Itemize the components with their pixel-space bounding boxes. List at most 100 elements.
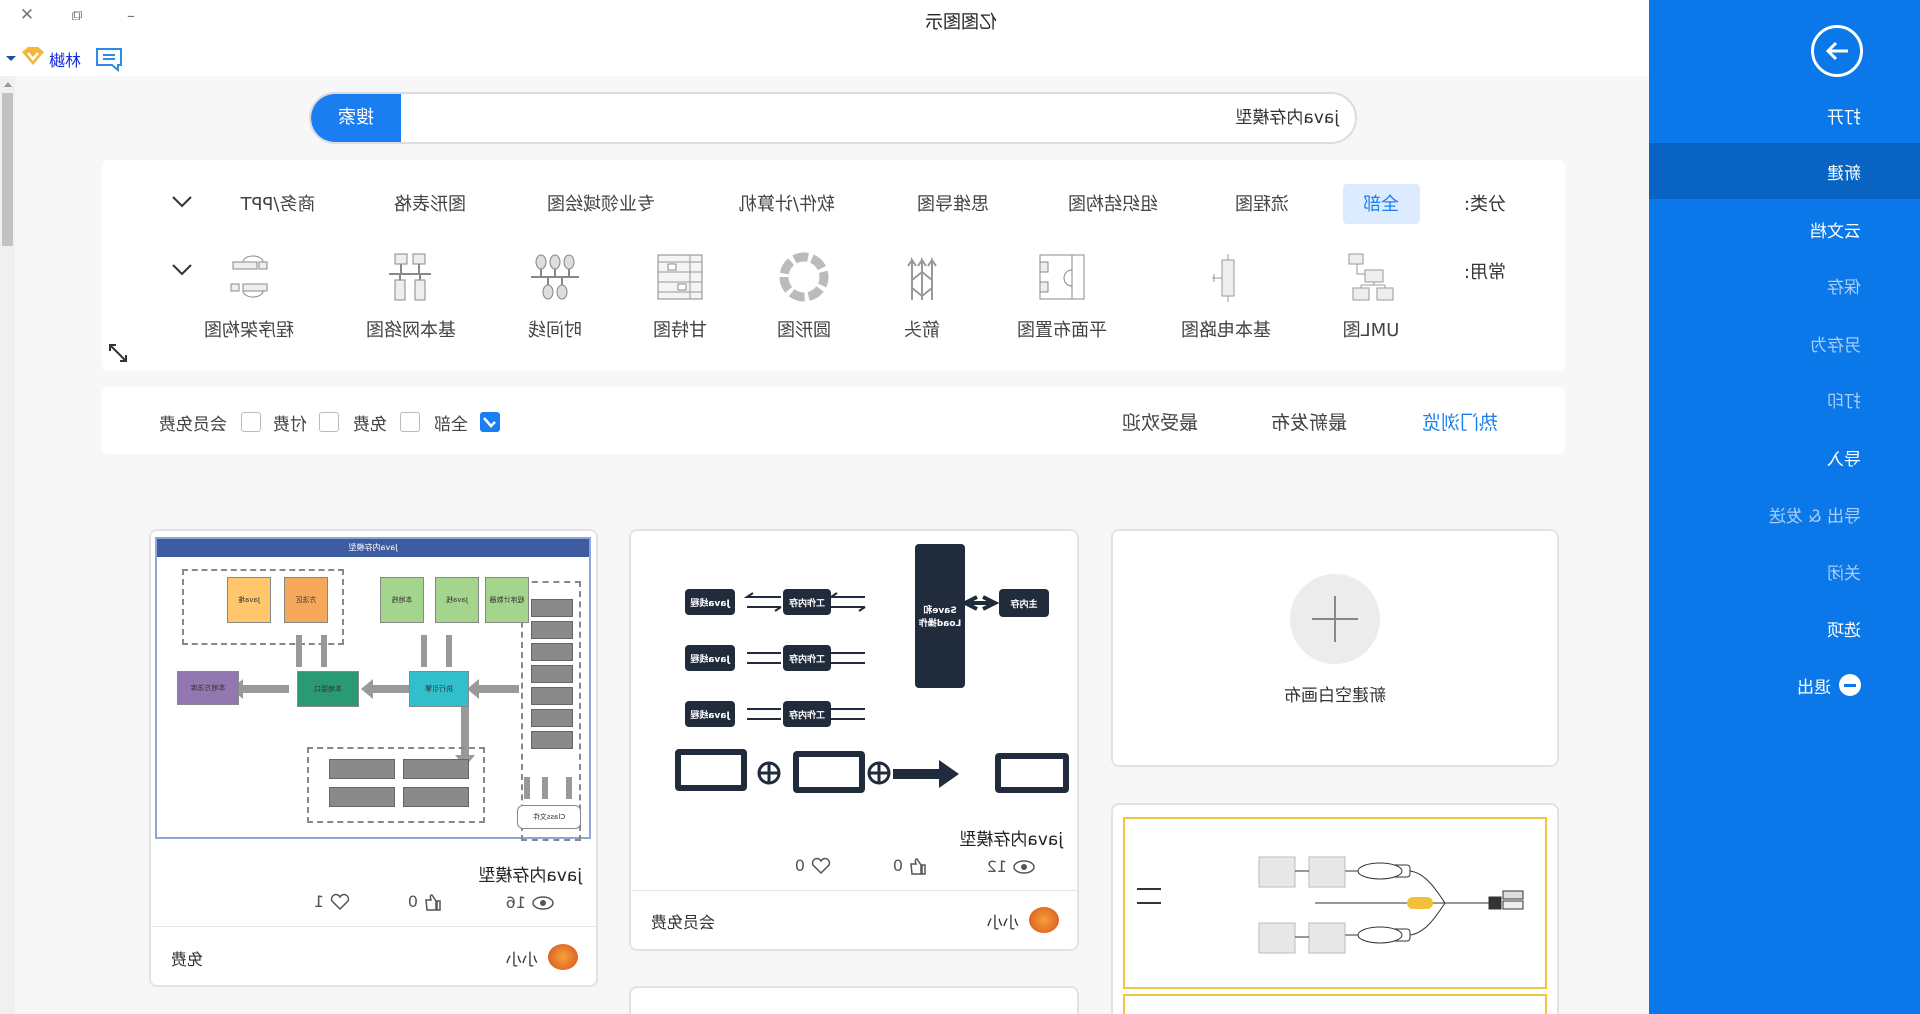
category-graphic-table[interactable]: 图形表格: [394, 190, 466, 216]
sidebar: 打开 新建 云文档 保存 另存为 打印 导入 导出 & 发送 关闭 选项 退出: [1649, 0, 1920, 1014]
filter-all-checkbox[interactable]: [480, 412, 500, 432]
template-card[interactable]: [629, 986, 1079, 1014]
template-uml[interactable]: UML图: [1306, 252, 1436, 342]
category-software[interactable]: 软件/计算机: [739, 190, 835, 216]
timeline-icon: [531, 254, 579, 300]
template-card[interactable]: Java内存模型 方法区 Java堆 Java栈 本地栈 程序计数器 执行引擎 …: [149, 529, 598, 987]
search-input[interactable]: java内存模型: [1235, 94, 1339, 142]
filter-paid-checkbox[interactable]: [319, 412, 339, 432]
search-button[interactable]: 搜索: [311, 92, 401, 144]
template-card[interactable]: 主内存 Save和Load操作 工作内存 工作内存 工作内存 Java线程 Ja…: [629, 529, 1079, 951]
circle-diagram-icon: [779, 252, 829, 302]
category-professional[interactable]: 专业领域绘图: [547, 190, 655, 216]
feedback-icon[interactable]: [94, 46, 124, 76]
template-floor-plan[interactable]: 平面布置图: [997, 252, 1127, 342]
sidebar-item-print[interactable]: 打印: [1649, 371, 1920, 427]
sidebar-item-label: 退出: [1797, 677, 1831, 698]
thumb-node: Java线程: [685, 701, 735, 727]
likes-count: 0: [407, 892, 418, 911]
sidebar-item-label: 关闭: [1827, 563, 1861, 584]
template-gantt[interactable]: 甘特图: [615, 252, 745, 342]
sidebar-item-label: 打印: [1827, 391, 1861, 412]
template-timeline[interactable]: 时间线: [490, 252, 620, 342]
template-program-architecture[interactable]: 程序架构图: [184, 252, 314, 342]
favorites-stat[interactable]: 1: [314, 892, 350, 911]
author-name[interactable]: 小小: [506, 946, 538, 970]
category-flowchart[interactable]: 流程图: [1235, 190, 1289, 216]
views-stat: 12: [987, 857, 1035, 876]
scroll-up-icon[interactable]: [4, 82, 12, 87]
new-blank-canvas-card[interactable]: 新建空白画布: [1111, 529, 1559, 767]
user-name[interactable]: 樾林: [49, 47, 81, 71]
common-label: 常用:: [1463, 262, 1507, 283]
price-label: 免费: [171, 950, 204, 969]
plus-icon[interactable]: [1290, 574, 1380, 664]
template-label: UML图: [1342, 320, 1400, 341]
sidebar-item-options[interactable]: 选项: [1649, 600, 1920, 656]
category-business-ppt[interactable]: 商务/PPT: [241, 190, 316, 216]
template-thumbnail[interactable]: [1123, 994, 1547, 1014]
tab-latest[interactable]: 最新发布: [1271, 408, 1347, 435]
filter-member-free-label: 会员免费: [159, 415, 227, 435]
template-card[interactable]: [1111, 803, 1559, 1014]
filter-member-free-checkbox[interactable]: [241, 412, 261, 432]
category-all[interactable]: 全部: [1363, 190, 1399, 216]
author-name[interactable]: 小小: [987, 909, 1019, 933]
category-org-chart[interactable]: 组织结构图: [1068, 190, 1158, 216]
user-dropdown-icon[interactable]: [6, 56, 16, 61]
avatar: [548, 944, 578, 970]
back-arrow-icon[interactable]: [1811, 25, 1863, 77]
avatar: [1029, 907, 1059, 933]
sidebar-item-new[interactable]: 新建: [1649, 143, 1920, 199]
likes-stat[interactable]: 0: [408, 892, 442, 911]
template-network[interactable]: 基本网络图: [346, 252, 476, 342]
sidebar-item-exit[interactable]: 退出: [1649, 657, 1920, 713]
favorites-stat[interactable]: 0: [795, 856, 831, 875]
template-circle[interactable]: 圆形图: [739, 252, 869, 342]
sidebar-item-open[interactable]: 打开: [1649, 87, 1920, 143]
template-label: 甘特图: [653, 320, 707, 341]
thumb-node: [675, 749, 747, 791]
sidebar-item-label: 云文档: [1810, 221, 1861, 242]
card-title[interactable]: java内存模型: [478, 861, 582, 886]
tab-hot[interactable]: 热门浏览: [1422, 408, 1498, 435]
minus-circle-icon: [1839, 674, 1861, 696]
views-count: 16: [505, 893, 526, 912]
filter-free-label: 免费: [353, 415, 387, 435]
chevron-down-icon[interactable]: [171, 194, 193, 213]
sidebar-item-label: 导入: [1827, 449, 1861, 470]
template-label: 程序架构图: [204, 320, 294, 341]
scrollbar[interactable]: [0, 76, 15, 1014]
template-arrow[interactable]: 箭头: [857, 252, 987, 342]
divider: [151, 926, 596, 927]
chevron-down-icon[interactable]: [171, 262, 193, 281]
template-thumbnail[interactable]: Java内存模型 方法区 Java堆 Java栈 本地栈 程序计数器 执行引擎 …: [155, 537, 591, 841]
template-label: 基本网络图: [366, 320, 456, 341]
sidebar-item-export[interactable]: 导出 & 发送: [1649, 486, 1920, 542]
app-title: 亿图图示: [925, 12, 997, 33]
card-title[interactable]: java内存模型: [959, 825, 1063, 850]
minimize-button[interactable]: –: [127, 6, 135, 25]
sidebar-item-cloud[interactable]: 云文档: [1649, 201, 1920, 257]
search-bar: java内存模型 搜索: [309, 92, 1357, 144]
thumb-node: Save和Load操作: [915, 544, 965, 688]
template-thumbnail[interactable]: 主内存 Save和Load操作 工作内存 工作内存 工作内存 Java线程 Ja…: [637, 539, 1071, 815]
tab-popular[interactable]: 最受欢迎: [1122, 408, 1198, 435]
close-button[interactable]: ✕: [20, 5, 34, 25]
category-mind-map[interactable]: 思维导图: [917, 190, 989, 216]
views-stat: 16: [506, 893, 554, 912]
template-circuit[interactable]: 基本电路图: [1161, 252, 1291, 342]
filter-free-checkbox[interactable]: [400, 412, 420, 432]
thumb-node: 本地方法库: [177, 671, 239, 705]
circuit-icon: [1212, 254, 1235, 302]
restore-button[interactable]: ⧉: [72, 6, 83, 24]
sidebar-item-close[interactable]: 关闭: [1649, 543, 1920, 599]
sidebar-item-import[interactable]: 导入: [1649, 429, 1920, 485]
likes-stat[interactable]: 0: [893, 856, 927, 875]
template-thumbnail[interactable]: [1123, 817, 1547, 989]
sidebar-item-save-as[interactable]: 另存为: [1649, 315, 1920, 371]
sidebar-item-save[interactable]: 保存: [1649, 257, 1920, 313]
expand-icon[interactable]: [106, 341, 130, 369]
thumbs-up-icon: [910, 857, 926, 875]
scrollbar-thumb[interactable]: [2, 93, 13, 246]
